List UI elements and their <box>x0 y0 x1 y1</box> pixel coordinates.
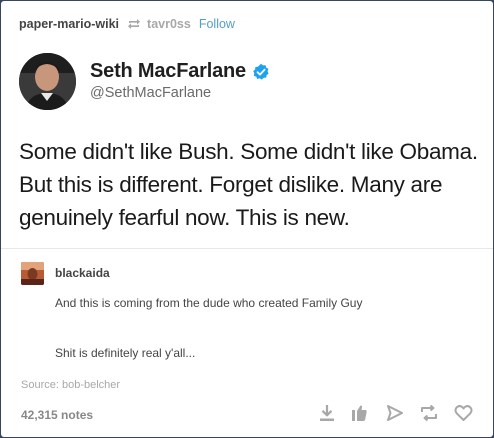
tweet-author-name[interactable]: Seth MacFarlane <box>90 60 270 83</box>
comment-paragraph: Shit is definitely real y'all... <box>55 346 196 360</box>
download-icon[interactable] <box>317 403 337 423</box>
post-header: paper-mario-wiki tavr0ss Follow <box>19 16 235 32</box>
like-heart-icon[interactable] <box>453 403 473 423</box>
reblog-icon <box>127 18 141 30</box>
commenter-name[interactable]: blackaida <box>55 266 110 280</box>
tweet-text: Some didn't like Bush. Some didn't like … <box>19 139 478 230</box>
notes-count[interactable]: 42,315 notes <box>21 408 93 422</box>
blog-name[interactable]: paper-mario-wiki <box>19 17 119 31</box>
source-line: Source: bob-belcher <box>21 379 120 391</box>
reblog-source-name[interactable]: tavr0ss <box>147 17 191 31</box>
comment-paragraph: And this is coming from the dude who cre… <box>55 296 363 310</box>
share-icon[interactable] <box>385 403 405 423</box>
reblog-icon[interactable] <box>419 403 439 423</box>
post-card: paper-mario-wiki tavr0ss Follow Seth Mac… <box>1 1 493 437</box>
verified-badge-icon <box>252 63 270 81</box>
post-actions <box>317 403 473 423</box>
content-divider <box>1 248 493 249</box>
tweet-author-handle[interactable]: @SethMacFarlane <box>90 85 211 101</box>
source-label: Source: <box>21 379 59 391</box>
follow-button[interactable]: Follow <box>199 17 235 31</box>
tag-users-icon[interactable] <box>351 403 371 423</box>
commenter-avatar[interactable] <box>21 262 44 285</box>
tweet-author-avatar[interactable] <box>19 53 76 110</box>
tweet-author-name-text: Seth MacFarlane <box>90 60 246 82</box>
source-link[interactable]: bob-belcher <box>62 379 120 391</box>
